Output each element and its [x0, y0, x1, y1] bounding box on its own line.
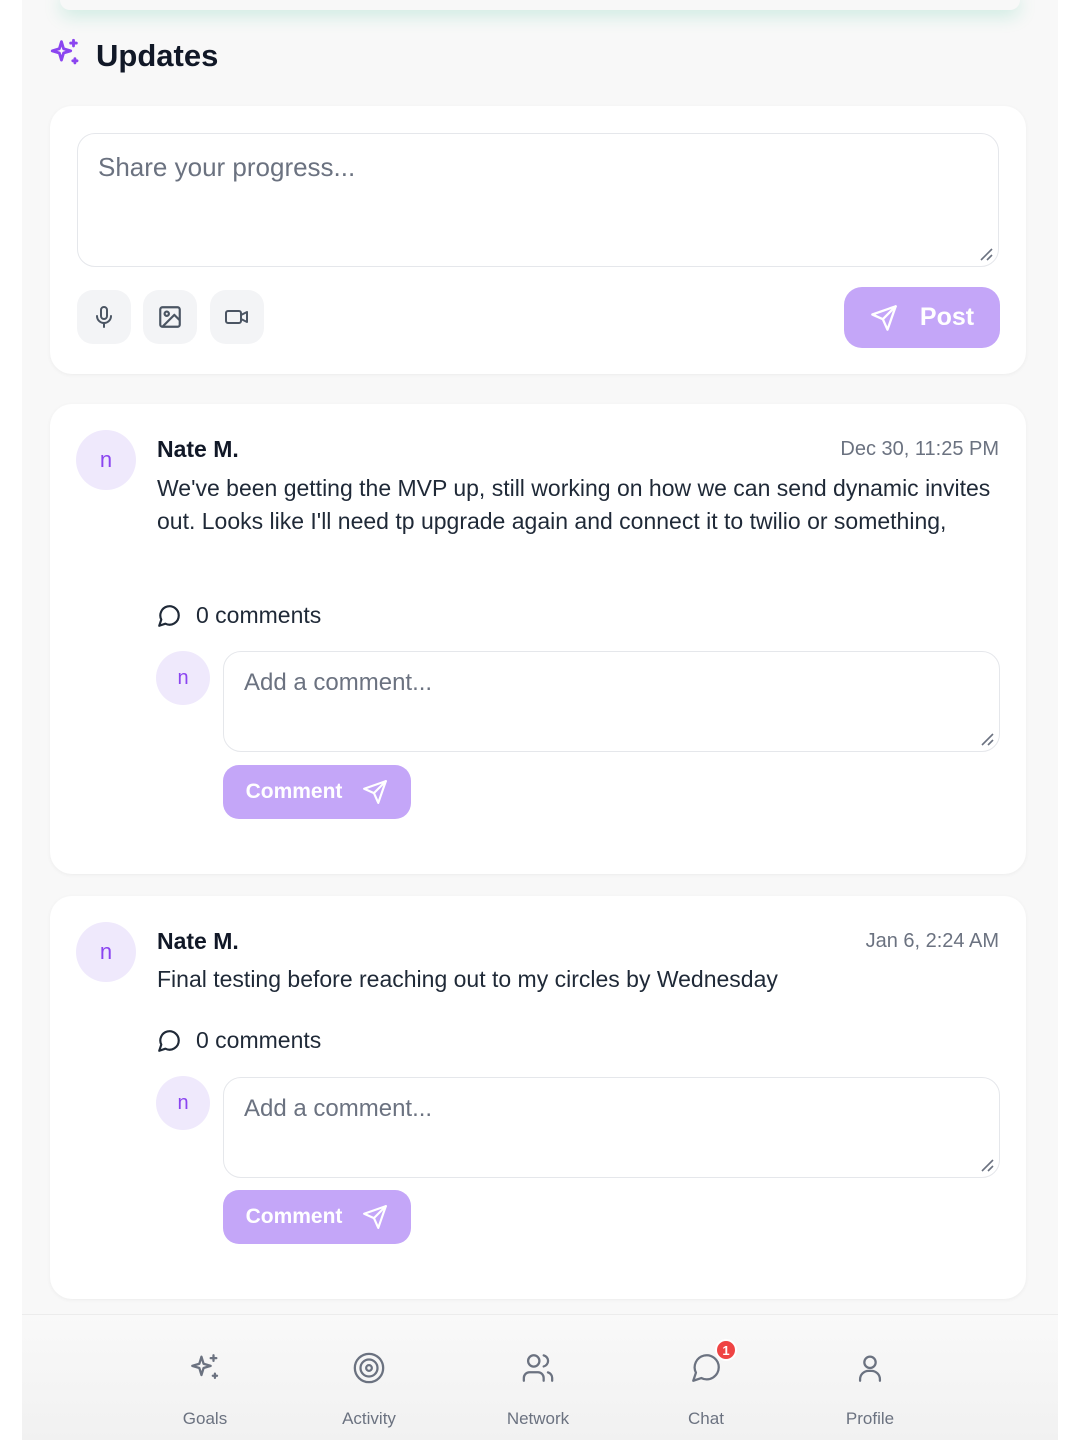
top-glow [60, 0, 1020, 10]
users-icon [522, 1354, 554, 1382]
nav-item-profile[interactable]: Profile [810, 1341, 930, 1429]
post-timestamp: Jan 6, 2:24 AM [865, 930, 999, 952]
comment-input[interactable]: Add a comment... [223, 1077, 1000, 1178]
send-icon [363, 1205, 388, 1229]
avatar[interactable]: n [76, 922, 136, 982]
comment-icon [158, 1029, 180, 1052]
post-card: n Nate M. Jan 6, 2:24 AM Final testing b… [50, 896, 1026, 1299]
user-icon [858, 1355, 882, 1382]
post-author[interactable]: Nate M. [157, 436, 239, 463]
comment-input[interactable]: Add a comment... [223, 651, 1000, 752]
post-body: Final testing before reaching out to my … [157, 966, 778, 992]
comment-button[interactable]: Comment [223, 765, 411, 819]
nav-label: Network [506, 1409, 570, 1428]
resize-grip-icon[interactable] [978, 246, 994, 262]
microphone-icon [96, 306, 112, 328]
nav-label: Chat [688, 1409, 724, 1428]
progress-input-placeholder: Share your progress... [98, 152, 356, 182]
comments-count: 0 comments [196, 1027, 322, 1053]
post-author[interactable]: Nate M. [157, 928, 239, 955]
comment-button-label: Comment [245, 1205, 343, 1228]
nav-item-network[interactable]: Network [478, 1341, 598, 1429]
microphone-button[interactable] [77, 290, 131, 344]
comment-input-placeholder: Add a comment... [244, 1095, 433, 1122]
post-button-label: Post [919, 303, 975, 331]
comment-input-placeholder: Add a comment... [244, 669, 433, 696]
nav-item-activity[interactable]: Activity [309, 1341, 429, 1429]
send-icon [363, 780, 388, 804]
video-icon [225, 310, 248, 324]
video-button[interactable] [210, 290, 264, 344]
post-body: We've been getting the MVP up, still wor… [157, 475, 991, 534]
avatar: n [156, 1076, 210, 1130]
send-icon [871, 304, 897, 331]
composer-card: Share your progress... Post [50, 106, 1026, 374]
page-header: Updates [48, 36, 218, 75]
progress-input[interactable]: Share your progress... [77, 133, 999, 267]
nav-label: Activity [342, 1409, 396, 1428]
resize-grip-icon[interactable] [979, 1157, 995, 1173]
post-timestamp: Dec 30, 11:25 PM [840, 438, 999, 460]
resize-grip-icon[interactable] [979, 731, 995, 747]
post-card: n Nate M. Dec 30, 11:25 PM We've been ge… [50, 404, 1026, 874]
sparkles-icon [48, 36, 82, 75]
comment-button-label: Comment [245, 780, 343, 803]
comment-button[interactable]: Comment [223, 1190, 411, 1244]
nav-item-goals[interactable]: Goals [145, 1341, 265, 1429]
avatar: n [156, 651, 210, 705]
bottom-nav: Goals Activity Network 1 Chat Profile [22, 1314, 1058, 1440]
image-button[interactable] [143, 290, 197, 344]
comments-toggle[interactable]: 0 comments [156, 602, 321, 629]
comments-toggle[interactable]: 0 comments [156, 1027, 321, 1054]
avatar[interactable]: n [76, 430, 136, 490]
comment-icon [158, 604, 180, 627]
target-icon [353, 1352, 385, 1384]
chat-badge: 1 [715, 1339, 737, 1361]
nav-label: Goals [182, 1409, 228, 1428]
comments-count: 0 comments [196, 602, 322, 628]
nav-label: Profile [845, 1409, 895, 1428]
sparkles-icon [191, 1354, 219, 1380]
nav-item-chat[interactable]: 1 Chat [646, 1339, 766, 1429]
post-button[interactable]: Post [844, 287, 1000, 348]
image-icon [159, 306, 181, 328]
page-title: Updates [96, 37, 219, 73]
